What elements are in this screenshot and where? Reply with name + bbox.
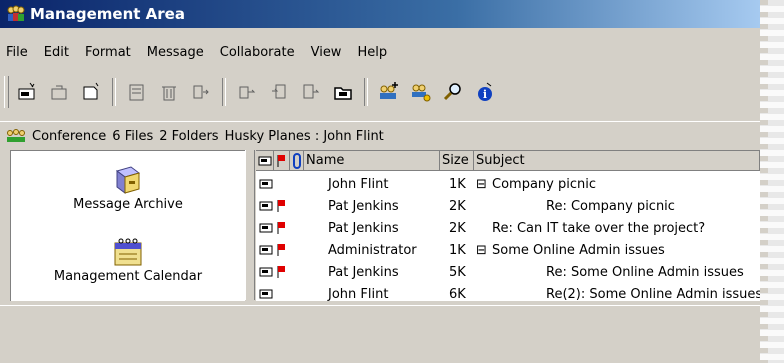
row-subject: Re(2): Some Online Admin issues (546, 286, 760, 302)
flag-icon[interactable] (276, 221, 286, 235)
forward-icon[interactable] (234, 79, 260, 105)
menu-help[interactable]: Help (349, 45, 395, 60)
new-folder-icon[interactable] (78, 79, 104, 105)
people-icon (7, 5, 25, 21)
menu-edit[interactable]: Edit (36, 45, 77, 60)
toolbar-separator (222, 78, 226, 106)
row-size: 6K (449, 286, 466, 302)
row-name: Pat Jenkins (328, 198, 399, 214)
export-icon[interactable] (298, 79, 324, 105)
paperclip-icon (293, 152, 301, 169)
management-calendar-shortcut[interactable]: Management Calendar (11, 235, 245, 284)
calendar-icon (114, 238, 142, 266)
message-list: Name Size Subject John Flint 1K ⊟ Company p… (256, 150, 760, 301)
torn-edge (760, 0, 784, 363)
reply-icon[interactable] (46, 79, 72, 105)
column-header-attachment[interactable] (290, 151, 304, 171)
row-subject: Company picnic (492, 176, 596, 192)
toolbar-separator (112, 78, 116, 106)
column-header-flag[interactable] (274, 151, 290, 171)
management-calendar-label: Management Calendar (53, 269, 203, 284)
new-message-icon[interactable] (14, 79, 40, 105)
current-path: Husky Planes : John Flint (224, 128, 384, 144)
pane-splitter[interactable] (245, 150, 255, 300)
search-icon[interactable] (440, 79, 466, 105)
column-header-name[interactable]: Name (304, 151, 440, 171)
conference-label: Conference (32, 128, 107, 144)
info-bar: Conference 6 Files 2 Folders Husky Plane… (0, 121, 760, 150)
table-row[interactable]: Pat Jenkins 5K Re: Some Online Admin issue… (256, 261, 760, 283)
archive-icon (115, 166, 141, 194)
envelope-icon (259, 201, 273, 211)
title-bar: Management Area (0, 0, 760, 28)
menu-message[interactable]: Message (139, 45, 212, 60)
row-subject: Some Online Admin issues (492, 242, 665, 258)
thread-toggle-icon[interactable]: ⊟ (476, 177, 487, 192)
folder-count: 2 Folders (159, 128, 219, 144)
toolbar: i (0, 70, 760, 114)
thread-toggle-icon[interactable]: ⊟ (476, 243, 487, 258)
row-subject: Re: Some Online Admin issues (546, 264, 744, 280)
delete-icon[interactable] (156, 79, 182, 105)
row-size: 2K (449, 220, 466, 236)
table-row[interactable]: Pat Jenkins 2K Re: Can IT take over the pr… (256, 217, 760, 239)
envelope-icon (259, 179, 273, 189)
shortcut-pane: Message Archive Management Calendar (10, 150, 245, 301)
flag-icon[interactable] (276, 265, 286, 279)
conference-icon (7, 129, 25, 142)
svg-text:i: i (483, 88, 487, 101)
message-archive-label: Message Archive (73, 197, 183, 212)
envelope-icon (259, 223, 273, 233)
user-key-icon[interactable] (408, 79, 434, 105)
row-name: John Flint (328, 176, 389, 192)
file-count: 6 Files (112, 128, 154, 144)
info-icon[interactable]: i (472, 79, 498, 105)
flag-icon[interactable] (276, 243, 286, 257)
envelope-icon (259, 245, 273, 255)
table-row[interactable]: John Flint 1K ⊟ Company picnic (256, 173, 760, 195)
message-archive-shortcut[interactable]: Message Archive (11, 163, 245, 212)
flag-icon[interactable] (276, 199, 286, 213)
row-size: 1K (449, 176, 466, 192)
flag-icon (277, 154, 285, 167)
menu-bar: File Edit Format Message Collaborate Vie… (0, 41, 760, 63)
envelope-icon (259, 267, 273, 277)
envelope-icon (258, 156, 272, 165)
column-header-size[interactable]: Size (440, 151, 474, 171)
window-title: Management Area (30, 5, 185, 23)
row-name: Administrator (328, 242, 417, 258)
toolbar-separator (364, 78, 368, 106)
folder-icon[interactable] (330, 79, 356, 105)
row-size: 2K (449, 198, 466, 214)
table-row[interactable]: Pat Jenkins 2K Re: Company picnic (256, 195, 760, 217)
table-row[interactable]: Administrator 1K ⊟ Some Online Admin issues (256, 239, 760, 261)
menu-collaborate[interactable]: Collaborate (212, 45, 303, 60)
menu-view[interactable]: View (303, 45, 350, 60)
row-subject: Re: Can IT take over the project? (492, 220, 706, 236)
print-icon[interactable] (124, 79, 150, 105)
menu-file[interactable]: File (0, 45, 36, 60)
column-header-type[interactable] (256, 151, 274, 171)
envelope-icon (259, 289, 273, 299)
copy-icon[interactable] (266, 79, 292, 105)
column-header-subject[interactable]: Subject (474, 151, 760, 171)
window-frame-bottom (0, 335, 760, 363)
row-name: Pat Jenkins (328, 264, 399, 280)
add-user-icon[interactable] (376, 79, 402, 105)
move-icon[interactable] (188, 79, 214, 105)
toolbar-grip[interactable] (4, 76, 9, 108)
row-size: 1K (449, 242, 466, 258)
table-row[interactable]: John Flint 6K Re(2): Some Online Admin iss… (256, 283, 760, 301)
row-size: 5K (449, 264, 466, 280)
row-name: John Flint (328, 286, 389, 302)
row-name: Pat Jenkins (328, 220, 399, 236)
row-subject: Re: Company picnic (546, 198, 675, 214)
status-bar (0, 305, 760, 336)
menu-format[interactable]: Format (77, 45, 139, 60)
